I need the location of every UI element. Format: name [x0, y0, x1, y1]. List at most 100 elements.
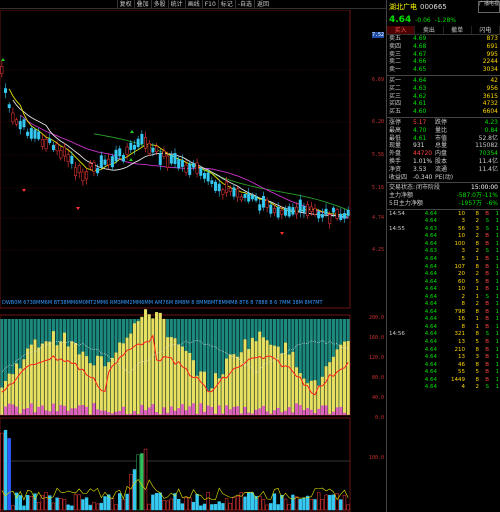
volume-bar	[188, 497, 192, 511]
flow-pct: -6%	[486, 199, 498, 207]
indicator-bar-pink	[243, 406, 247, 415]
volume-bar	[235, 495, 240, 511]
indicator-bar-pink	[206, 405, 210, 415]
indicator-axis-label: 0.0	[374, 415, 384, 421]
tick-price: 4.64	[424, 240, 437, 247]
indicator-axis-label: 80.0	[371, 375, 384, 381]
volume-bar	[140, 453, 144, 511]
volume-bar	[221, 503, 225, 511]
candle-body	[298, 199, 302, 212]
tick-volume: 13	[458, 339, 465, 346]
indicator-bar-pink	[22, 408, 26, 415]
tick-side: B	[485, 278, 489, 285]
candle-body	[210, 180, 214, 184]
tick-count: 2	[475, 248, 480, 255]
toolbar-button-8[interactable]: 返回	[253, 0, 271, 9]
toolbar-button-5[interactable]: F10	[201, 0, 218, 9]
toolbar-button-7[interactable]: -自选	[234, 0, 254, 9]
indicator-bar-pink	[88, 414, 92, 415]
stat-label: 涨停	[389, 118, 402, 126]
buy-order-row[interactable]: 买四 4.61 4732	[387, 100, 500, 108]
tick-side: B	[485, 240, 489, 247]
toolbar-button-0[interactable]: 复权	[116, 0, 134, 9]
tick-row: 4.64 10 2 B 1	[387, 233, 500, 241]
toolbar-button-6[interactable]: 标记	[217, 0, 235, 9]
kline-chart[interactable]	[0, 10, 386, 512]
tab-0[interactable]: 买入	[387, 26, 416, 34]
candle-body	[136, 138, 140, 148]
candle-body	[26, 131, 30, 136]
toolbar-button-2[interactable]: 多股	[150, 0, 168, 9]
indicator-bar-yellow	[195, 375, 199, 415]
toolbar-button-4[interactable]: 画线	[184, 0, 202, 9]
signal-arrow-icon	[280, 232, 284, 235]
flow-row: 主力净额 -587.0万 -11%	[387, 192, 500, 200]
volume-bar	[154, 493, 159, 511]
sell-order-row[interactable]: 卖二 4.66 2244	[387, 58, 500, 66]
chart-title-bar: 复权 叠加 多股 统计 画线 F10 标记 -自选 返回	[0, 0, 386, 9]
indicator-bar-pink	[173, 410, 177, 415]
sell-order-row[interactable]: 卖四 4.68 691	[387, 43, 500, 51]
volume-bar	[180, 503, 185, 511]
sell-order-row[interactable]: 卖一 4.65 3034	[387, 66, 500, 74]
tick-count: 2	[475, 233, 480, 240]
tick-price: 4.63	[424, 225, 437, 232]
buy-order-row[interactable]: 买二 4.63 956	[387, 85, 500, 93]
tab-1[interactable]: 卖出	[415, 26, 444, 34]
toolbar-button-3[interactable]: 统计	[167, 0, 185, 9]
tick-time	[389, 324, 411, 332]
volume-bar	[95, 503, 100, 511]
buy-order-row[interactable]: 买五 4.60 6604	[387, 108, 500, 116]
volume-bar	[88, 504, 92, 511]
sell-order-label: 卖四	[389, 42, 402, 50]
indicator-bar-pink	[228, 409, 232, 415]
indicator-bar-pink	[33, 412, 37, 415]
indicator-bar-yellow	[140, 316, 144, 415]
buy-order-row[interactable]: 买三 4.62 3615	[387, 93, 500, 101]
indicator-bar-pink	[155, 412, 159, 415]
indicator-axis-label: 120.0	[368, 355, 384, 361]
tick-price: 4.64	[424, 286, 437, 293]
indicator-bar-yellow	[40, 343, 44, 415]
tick-extra: 1	[495, 218, 500, 225]
volume-bar	[77, 494, 81, 511]
indicator-bar-pink	[44, 410, 48, 415]
volume-bar	[110, 497, 115, 511]
volume-bar	[302, 497, 306, 511]
indicator-bar-pink	[129, 413, 133, 415]
tab-3[interactable]: 闪电	[472, 26, 500, 34]
tick-volume: 2	[461, 293, 466, 300]
tab-2[interactable]: 撤单	[444, 26, 472, 34]
volume-bar	[258, 495, 262, 511]
buy-order-row[interactable]: 买一 4.64 42	[387, 77, 500, 85]
tick-count: 2	[475, 301, 480, 308]
candle-body	[269, 204, 273, 214]
tick-list[interactable]: 14:54 4.64 10 8 B 1 4.64 3 2 S 1 14:55 4.63 56 3 S 1 4.64…	[387, 211, 500, 392]
flow-value: -1957万	[458, 199, 482, 207]
sell-order-row[interactable]: 卖五 4.69 873	[387, 35, 500, 43]
tick-volume: 4	[461, 384, 466, 391]
toolbar-button-1[interactable]: 叠加	[133, 0, 151, 9]
volume-bar	[269, 503, 273, 511]
tick-time	[389, 384, 411, 392]
sector-badge[interactable]: 广播电视	[478, 1, 500, 13]
tick-row: 4.64 798 8 B 1	[387, 309, 500, 317]
buy-order-price: 4.63	[413, 84, 427, 92]
candle-body	[44, 139, 48, 150]
price-axis-label: 6.69	[371, 77, 384, 83]
candle-body	[324, 208, 328, 215]
stat-label-2: 流通	[435, 165, 448, 173]
tick-price: 4.64	[424, 256, 437, 263]
indicator-bar-pink	[114, 411, 118, 415]
indicator-bar-yellow	[66, 346, 70, 415]
tick-side: S	[485, 225, 490, 232]
tick-time	[389, 377, 411, 385]
tick-volume: 8	[461, 301, 466, 308]
tick-price: 4.64	[424, 331, 437, 338]
candle-body	[55, 143, 59, 152]
indicator-bar-pink	[121, 406, 125, 415]
sell-order-row[interactable]: 卖三 4.67 995	[387, 51, 500, 59]
tick-volume: 46	[458, 361, 465, 368]
indicator-bar-pink	[37, 406, 41, 415]
stat-value-2: 11.4亿	[478, 157, 498, 165]
